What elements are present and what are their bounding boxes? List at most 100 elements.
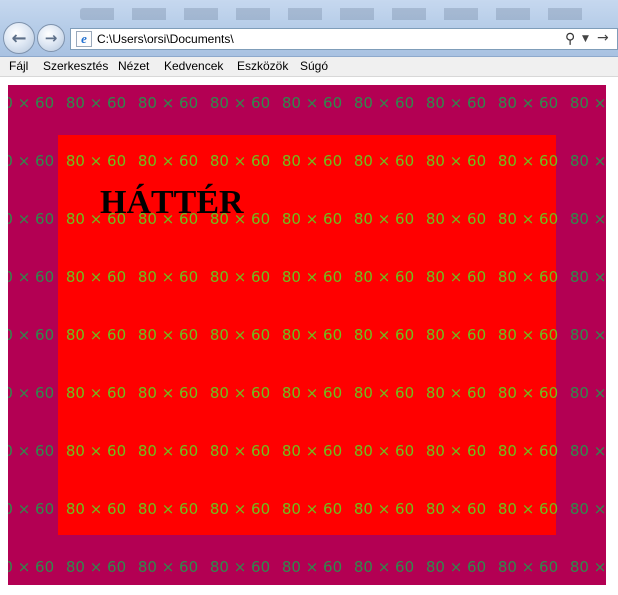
background-tile-label: 80 × 60 [425,210,487,228]
background-tile-label: 80 × 60 [209,268,271,286]
background-tile-label: 80 × 60 [497,442,559,460]
menu-item-favorites[interactable]: Kedvencek [163,59,224,74]
background-tile-label: 80 × 60 [569,326,606,344]
background-tile-label: 80 × 60 [353,210,415,228]
forward-button[interactable]: → [37,24,65,52]
back-arrow-icon: ← [11,27,27,49]
background-tile-label: 80 × 60 [8,442,55,460]
background-tile-label: 80 × 60 [497,326,559,344]
background-tile-label: 80 × 60 [353,326,415,344]
background-tile-label: 80 × 60 [137,500,199,518]
search-icon[interactable]: ⚲ [565,31,575,47]
outer-background-box: 80 × 60 80 × 60 80 × 60 80 × 60 80 × 60 80 × … [8,85,606,585]
background-tile-label: 80 × 60 [353,268,415,286]
background-tile-label: 80 × 60 [425,326,487,344]
background-tile-label: 80 × 60 [8,558,55,576]
background-tile-label: 80 × 60 [281,558,343,576]
background-tile-label: 80 × 60 [137,152,199,170]
background-tile-label: 80 × 60 [65,94,127,112]
background-tile-label: 80 × 60 [209,326,271,344]
background-tile-label: 80 × 60 [353,94,415,112]
background-tile-label: 80 × 60 [65,558,127,576]
background-tile-label: 80 × 60 [209,384,271,402]
background-tile-label: 80 × 60 [569,558,606,576]
background-tile-label: 80 × 60 [569,268,606,286]
background-tile-label: 80 × 60 [209,558,271,576]
menu-item-help[interactable]: Súgó [299,59,329,74]
background-tile-label: 80 × 60 [8,384,55,402]
background-tile-label: 80 × 60 [8,210,55,228]
background-tile-label: 80 × 60 [353,500,415,518]
address-bar[interactable]: e C:\Users\orsi\Documents\ ⚲ ▼ → [70,28,618,50]
background-tile-label: 80 × 60 [137,558,199,576]
background-tile-label: 80 × 60 [353,442,415,460]
background-tile-label: 80 × 60 [353,152,415,170]
background-tile-label: 80 × 60 [65,326,127,344]
background-tile-label: 80 × 60 [425,152,487,170]
forward-arrow-icon: → [44,29,58,47]
background-tile-label: 80 × 60 [497,500,559,518]
background-tile-label: 80 × 60 [137,268,199,286]
page-heading: HÁTTÉR [100,184,244,221]
background-tile-label: 80 × 60 [137,326,199,344]
background-tile-label: 80 × 60 [497,152,559,170]
background-tile-label: 80 × 60 [209,94,271,112]
back-button[interactable]: ← [3,22,35,54]
menu-item-view[interactable]: Nézet [117,59,150,74]
background-tile-label: 80 × 60 [209,500,271,518]
menu-bar: Fájl Szerkesztés Nézet Kedvencek Eszközö… [0,57,618,77]
background-tile-label: 80 × 60 [281,210,343,228]
background-tile-label: 80 × 60 [569,500,606,518]
background-tile-label: 80 × 60 [137,442,199,460]
menu-item-tools[interactable]: Eszközök [236,59,289,74]
background-tile-label: 80 × 60 [281,268,343,286]
background-tile-label: 80 × 60 [8,94,55,112]
background-tile-label: 80 × 60 [425,558,487,576]
background-tile-label: 80 × 60 [425,384,487,402]
background-tile-label: 80 × 60 [137,384,199,402]
background-tile-label: 80 × 60 [209,152,271,170]
background-tile-label: 80 × 60 [281,152,343,170]
background-tile-label: 80 × 60 [569,384,606,402]
faded-title-strip [80,8,600,20]
background-tile-label: 80 × 60 [497,94,559,112]
background-tile-label: 80 × 60 [8,268,55,286]
background-tile-label: 80 × 60 [425,442,487,460]
background-tile-label: 80 × 60 [281,384,343,402]
background-tile-label: 80 × 60 [65,268,127,286]
page-viewport: 80 × 60 80 × 60 80 × 60 80 × 60 80 × 60 80 × … [0,77,618,595]
background-tile-label: 80 × 60 [65,500,127,518]
background-tile-label: 80 × 60 [353,384,415,402]
background-tile-grid: 80 × 60 80 × 60 80 × 60 80 × 60 80 × 60 80 × … [8,85,606,585]
menu-item-edit[interactable]: Szerkesztés [42,59,109,74]
background-tile-label: 80 × 60 [569,94,606,112]
background-tile-label: 80 × 60 [497,558,559,576]
background-tile-label: 80 × 60 [425,500,487,518]
background-tile-label: 80 × 60 [497,384,559,402]
address-text[interactable]: C:\Users\orsi\Documents\ [97,32,234,46]
background-tile-label: 80 × 60 [569,152,606,170]
background-tile-label: 80 × 60 [8,152,55,170]
background-tile-label: 80 × 60 [569,442,606,460]
background-tile-label: 80 × 60 [281,94,343,112]
background-tile-label: 80 × 60 [137,94,199,112]
background-tile-label: 80 × 60 [8,326,55,344]
background-tile-label: 80 × 60 [281,500,343,518]
menu-item-file[interactable]: Fájl [8,59,29,74]
dropdown-arrow-icon[interactable]: ▼ [582,31,589,47]
background-tile-label: 80 × 60 [497,210,559,228]
background-tile-label: 80 × 60 [65,442,127,460]
browser-toolbar: ← → e C:\Users\orsi\Documents\ ⚲ ▼ → [0,0,618,57]
background-tile-label: 80 × 60 [65,384,127,402]
background-tile-label: 80 × 60 [8,500,55,518]
background-tile-label: 80 × 60 [569,210,606,228]
background-tile-label: 80 × 60 [65,152,127,170]
background-tile-label: 80 × 60 [281,442,343,460]
go-arrow-icon[interactable]: → [597,30,609,46]
background-tile-label: 80 × 60 [425,94,487,112]
background-tile-label: 80 × 60 [209,442,271,460]
background-tile-label: 80 × 60 [425,268,487,286]
background-tile-label: 80 × 60 [497,268,559,286]
ie-page-icon: e [76,31,92,47]
background-tile-label: 80 × 60 [353,558,415,576]
